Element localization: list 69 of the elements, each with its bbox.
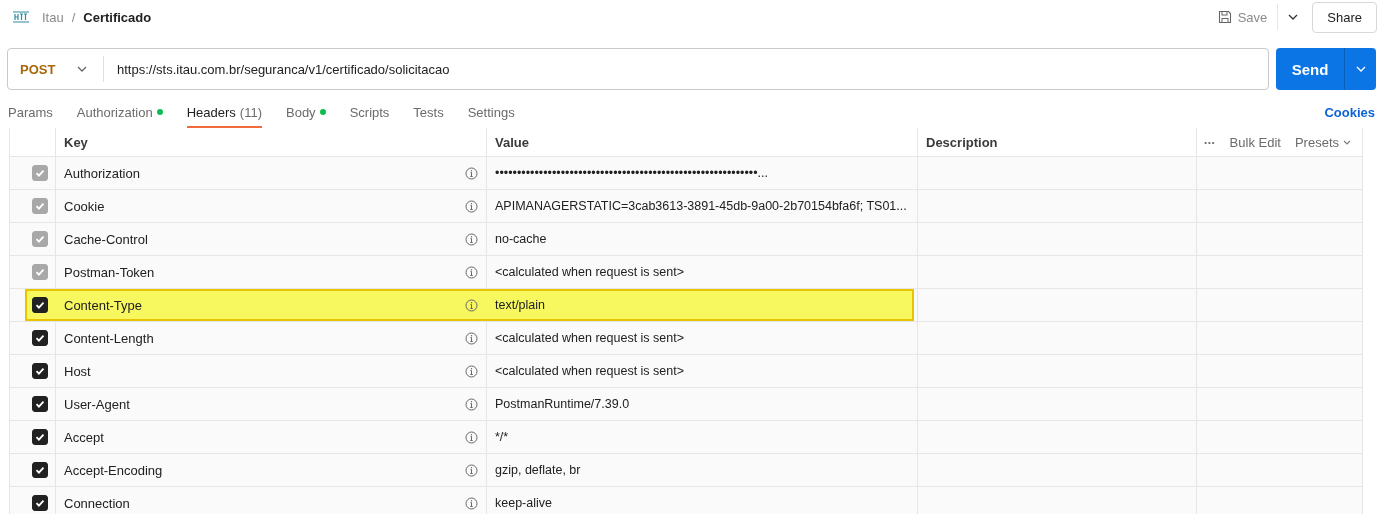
info-icon bbox=[465, 331, 478, 345]
presets-dropdown[interactable]: Presets bbox=[1294, 134, 1352, 150]
header-key: Postman-Token bbox=[64, 264, 155, 280]
header-value: PostmanRuntime/7.39.0 bbox=[495, 397, 630, 411]
checkbox[interactable] bbox=[32, 330, 48, 346]
cookies-link[interactable]: Cookies bbox=[1324, 98, 1375, 120]
checkbox[interactable] bbox=[32, 363, 48, 379]
tab[interactable]: Body bbox=[286, 90, 326, 128]
header-key: Accept bbox=[64, 429, 104, 445]
header-value: <calculated when request is sent> bbox=[495, 265, 684, 279]
check-icon bbox=[34, 464, 46, 476]
save-button[interactable]: Save bbox=[1211, 3, 1274, 31]
breadcrumb-separator: / bbox=[71, 9, 76, 25]
request-title: Certificado bbox=[83, 9, 152, 25]
method-dropdown[interactable]: POST bbox=[8, 56, 104, 82]
checkbox[interactable] bbox=[32, 396, 48, 412]
info-icon bbox=[465, 397, 478, 411]
info-icon bbox=[465, 166, 478, 180]
header-key: Cache-Control bbox=[64, 231, 148, 247]
breadcrumb-link[interactable]: Itau bbox=[42, 9, 64, 25]
save-icon bbox=[1217, 10, 1232, 24]
header-key: User-Agent bbox=[64, 396, 130, 412]
header-value: APIMANAGERSTATIC=3cab3613-3891-45db-9a00-2b70154bfa6f; TS01... bbox=[495, 199, 907, 213]
header-key: Content-Length bbox=[64, 330, 154, 346]
more-options-button[interactable]: ••• bbox=[1204, 137, 1216, 147]
info-icon bbox=[465, 364, 478, 378]
header-value: no-cache bbox=[495, 232, 547, 246]
header-value: ••••••••••••••••••••••••••••••••••••••••••••••••••••••••••••... bbox=[495, 166, 768, 180]
header-key: Host bbox=[64, 363, 91, 379]
check-icon bbox=[34, 332, 46, 344]
bulk-edit-button[interactable]: Bulk Edit bbox=[1229, 134, 1281, 150]
column-header: Description bbox=[926, 134, 998, 150]
header-value: text/plain bbox=[495, 298, 546, 312]
info-icon bbox=[465, 265, 478, 279]
tab[interactable]: Settings bbox=[467, 90, 515, 128]
share-button[interactable]: Share bbox=[1312, 1, 1377, 33]
checkbox[interactable] bbox=[32, 297, 48, 313]
tab[interactable]: Scripts bbox=[349, 90, 390, 128]
header-key: Cookie bbox=[64, 198, 105, 214]
check-icon bbox=[34, 431, 46, 443]
http-icon bbox=[12, 10, 30, 24]
info-icon bbox=[465, 496, 478, 510]
check-icon bbox=[34, 299, 46, 311]
checkbox[interactable] bbox=[32, 462, 48, 478]
tab[interactable]: Tests bbox=[413, 90, 444, 128]
column-header: Value bbox=[495, 134, 529, 150]
header-value: <calculated when request is sent> bbox=[495, 364, 684, 378]
check-icon bbox=[34, 365, 46, 377]
checkbox[interactable] bbox=[32, 495, 48, 511]
check-icon bbox=[34, 398, 46, 410]
info-icon bbox=[465, 430, 478, 444]
header-key: Authorization bbox=[64, 165, 140, 181]
info-icon bbox=[465, 298, 478, 312]
header-key: Accept-Encoding bbox=[64, 462, 163, 478]
column-header: Key bbox=[64, 134, 88, 150]
tab[interactable]: Authorization bbox=[76, 90, 163, 128]
header-value: */* bbox=[495, 430, 509, 444]
header-key: Content-Type bbox=[64, 297, 143, 313]
info-icon bbox=[465, 463, 478, 477]
tab[interactable]: Params bbox=[8, 90, 53, 128]
check-icon bbox=[34, 497, 46, 509]
url-field[interactable]: https://sts.itau.com.br/seguranca/v1/certificado/solicitacao bbox=[104, 61, 450, 77]
header-value: <calculated when request is sent> bbox=[495, 331, 684, 345]
header-value: gzip, deflate, br bbox=[495, 463, 581, 477]
checkbox[interactable] bbox=[32, 429, 48, 445]
info-icon bbox=[465, 199, 478, 213]
header-key: Connection bbox=[64, 495, 130, 511]
header-value: keep-alive bbox=[495, 496, 552, 510]
info-icon bbox=[465, 232, 478, 246]
